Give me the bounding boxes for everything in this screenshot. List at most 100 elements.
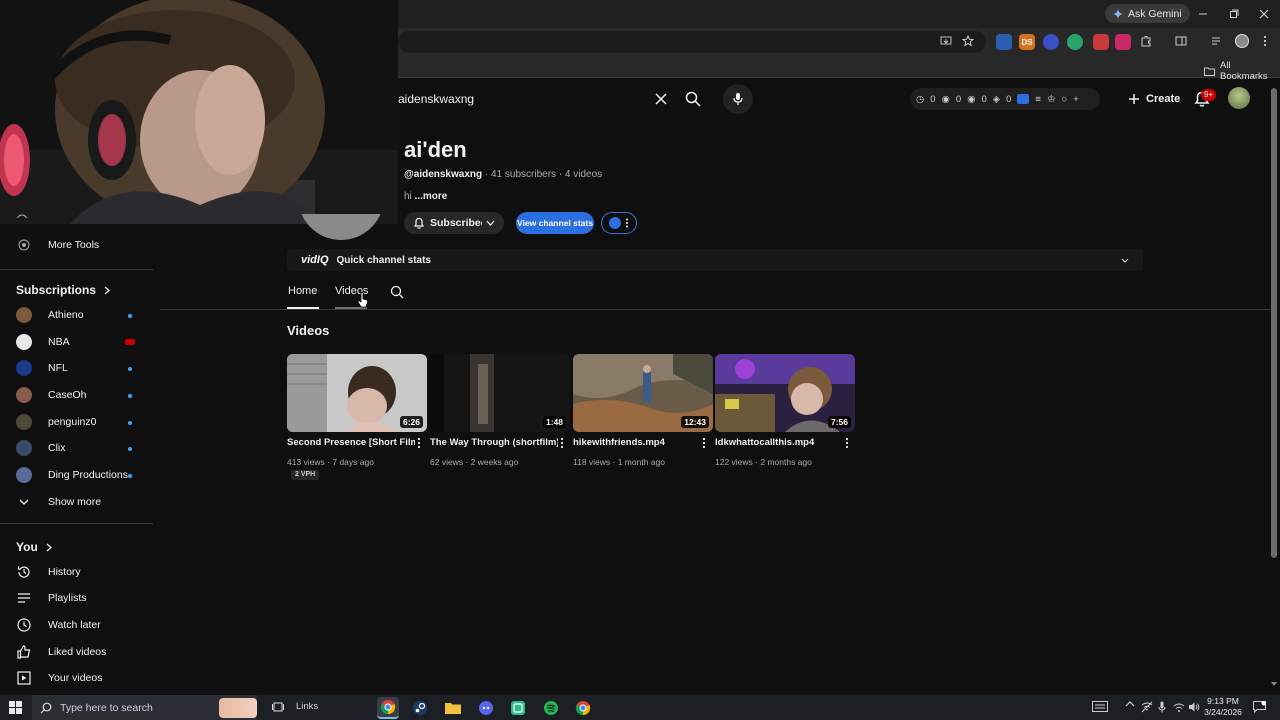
vidiq-toolbar[interactable]: ◷ 0 ◉ 0 ◉ 0 ◈ 0 ≡ ♔ ○ + — [910, 88, 1100, 110]
view-channel-stats-button[interactable]: View channel stats — [516, 212, 594, 234]
channel-stats: · 41 subscribers · 4 videos — [484, 169, 603, 180]
vidiq-menu-button[interactable] — [601, 212, 637, 234]
volume-icon[interactable] — [1188, 701, 1200, 713]
video-title[interactable]: hikewithfriends.mp4 — [573, 437, 701, 448]
subscribed-label: Subscribed — [430, 217, 482, 229]
subscriptions-header-label: Subscriptions — [16, 283, 97, 297]
task-view-icon[interactable] — [272, 701, 284, 713]
subscribed-button[interactable]: Subscribed — [404, 212, 504, 234]
tab-home[interactable]: Home — [288, 285, 317, 297]
plus-icon — [1128, 93, 1140, 105]
windows-start-icon[interactable] — [9, 701, 22, 714]
sidebar-item-clix[interactable]: Clix — [16, 436, 154, 460]
voice-search-icon[interactable] — [723, 84, 753, 114]
history-icon — [16, 564, 32, 580]
chrome-taskbar-icon[interactable] — [377, 697, 399, 719]
ask-gemini-button[interactable]: Ask Gemini — [1105, 4, 1190, 23]
tray-overflow-chevron-icon[interactable] — [1125, 701, 1135, 707]
wifi-icon[interactable] — [1173, 701, 1185, 713]
profile-avatar-icon[interactable] — [1235, 34, 1249, 48]
network-icon[interactable] — [1141, 701, 1153, 713]
chrome-menu-icon[interactable] — [1262, 35, 1268, 47]
sidebar-item-playlists[interactable]: Playlists — [16, 586, 154, 610]
taskbar-search-input[interactable]: Type here to search — [32, 695, 257, 720]
account-avatar[interactable] — [1228, 87, 1250, 109]
video-title[interactable]: The Way Through (shortfilm) — [430, 437, 558, 448]
subscription-name: CaseOh — [48, 389, 87, 401]
subscriptions-header[interactable]: Subscriptions — [16, 283, 111, 297]
sidebar-item-penguinz0[interactable]: penguinz0 — [16, 410, 154, 434]
taskbar-links-toolbar[interactable]: Links — [296, 701, 318, 712]
channel-avatar — [16, 414, 32, 430]
sidebar-item-your-videos[interactable]: Your videos — [16, 666, 154, 690]
clear-search-icon[interactable] — [646, 84, 676, 114]
keyboard-icon[interactable] — [1092, 701, 1108, 712]
media-controls-icon[interactable] — [1211, 35, 1223, 47]
video-thumbnail[interactable]: 1:48 — [430, 354, 570, 432]
video-title[interactable]: Second Presence [Short Film] — [287, 437, 415, 448]
video-menu-icon[interactable] — [845, 437, 853, 451]
sidebar-item-caseoh[interactable]: CaseOh — [16, 383, 154, 407]
file-explorer-taskbar-icon[interactable] — [442, 697, 464, 719]
show-more-button[interactable]: Show more — [16, 490, 154, 514]
sidebar-item-athieno[interactable]: Athieno — [16, 303, 154, 327]
page-scrollbar[interactable] — [1271, 88, 1277, 558]
vidiq-quick-stats-bar[interactable]: vidIQ Quick channel stats — [287, 249, 1143, 271]
search-input[interactable]: aidenskwaxng — [398, 86, 674, 112]
app-taskbar-icon[interactable] — [507, 697, 529, 719]
sidebar-item-label: More Tools — [48, 239, 100, 251]
sidebar-item-more-tools[interactable]: More Tools — [16, 233, 154, 257]
video-menu-icon[interactable] — [417, 437, 425, 451]
install-app-icon[interactable] — [940, 35, 952, 47]
extension-5-icon[interactable] — [1093, 34, 1109, 50]
sidebar-item-history[interactable]: History — [16, 560, 154, 584]
video-menu-icon[interactable] — [702, 437, 710, 451]
video-duration: 7:56 — [827, 416, 851, 428]
taskbar-clock[interactable]: 9:13 PM 3/24/2026 — [1200, 696, 1246, 718]
extension-3-icon[interactable] — [1043, 34, 1059, 50]
side-panel-icon[interactable] — [1175, 35, 1187, 47]
sidebar-item-label: History — [48, 566, 81, 578]
search-icon — [40, 702, 52, 714]
sidebar-item-watch-later[interactable]: Watch later — [16, 613, 154, 637]
extension-4-icon[interactable] — [1067, 34, 1083, 50]
microphone-icon[interactable] — [1158, 701, 1166, 713]
discord-taskbar-icon[interactable] — [475, 697, 497, 719]
sidebar-item-ding-productions[interactable]: Ding Productions — [16, 463, 154, 487]
sidebar-item-nfl[interactable]: NFL — [16, 356, 154, 380]
channel-search-icon[interactable] — [390, 285, 404, 299]
video-thumbnail[interactable]: 12:43 — [573, 354, 713, 432]
bookmark-star-icon[interactable] — [962, 35, 974, 47]
video-thumbnail[interactable]: 7:56 — [715, 354, 855, 432]
extension-6-icon[interactable] — [1115, 34, 1131, 50]
video-thumbnail[interactable]: 6:26 — [287, 354, 427, 432]
extension-1-icon[interactable] — [996, 34, 1012, 50]
address-bar[interactable] — [398, 31, 986, 53]
videos-section-title: Videos — [287, 323, 330, 338]
extension-2-icon[interactable]: DS — [1019, 34, 1035, 50]
restore-icon[interactable] — [1225, 5, 1243, 23]
you-header[interactable]: You — [16, 540, 52, 554]
video-menu-icon[interactable] — [560, 437, 568, 451]
scroll-down-arrow-icon[interactable] — [1271, 682, 1277, 686]
stat-value: 0 — [955, 93, 962, 105]
video-title[interactable]: Idkwhattocallthis.mp4 — [715, 437, 843, 448]
create-button[interactable]: Create — [1118, 87, 1190, 111]
video-duration: 12:43 — [681, 416, 709, 428]
more-link[interactable]: ...more — [415, 191, 448, 202]
comment-icon: ○ — [1061, 93, 1068, 105]
notification-center-icon[interactable] — [1253, 701, 1266, 713]
sidebar-item-liked-videos[interactable]: Liked videos — [16, 640, 154, 664]
close-window-icon[interactable] — [1255, 5, 1273, 23]
minimize-icon[interactable] — [1194, 5, 1212, 23]
steam-taskbar-icon[interactable] — [409, 697, 431, 719]
chrome-profile-taskbar-icon[interactable] — [572, 697, 594, 719]
spotify-taskbar-icon[interactable] — [540, 697, 562, 719]
extensions-puzzle-icon[interactable] — [1140, 35, 1152, 47]
channel-meta: @aidenskwaxng · 41 subscribers · 4 video… — [404, 169, 602, 180]
all-bookmarks-button[interactable]: All Bookmarks — [1204, 60, 1280, 82]
search-icon[interactable] — [678, 84, 708, 114]
channel-description[interactable]: hi ...more — [404, 191, 447, 202]
new-content-dot — [128, 421, 132, 425]
channel-avatar-large[interactable] — [298, 214, 384, 240]
